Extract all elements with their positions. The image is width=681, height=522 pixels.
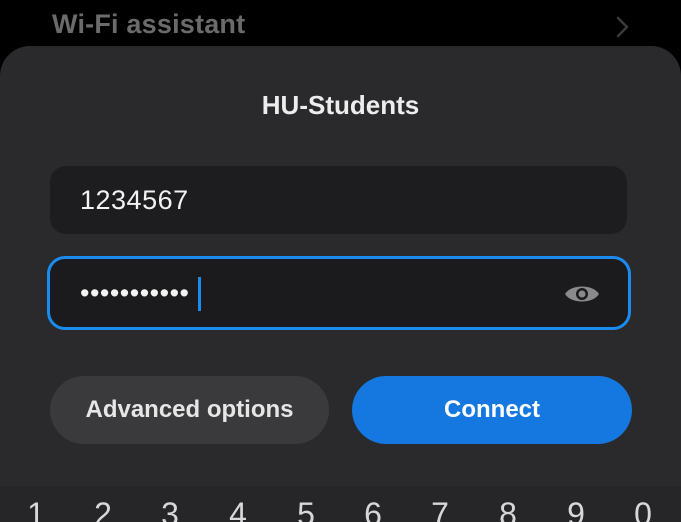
network-name-title: HU-Students (261, 90, 420, 120)
password-masked-value: ••••••••••• (80, 278, 190, 308)
key-2[interactable]: 2 (83, 496, 123, 522)
key-8[interactable]: 8 (488, 496, 528, 522)
key-1[interactable]: 1 (16, 496, 56, 522)
screen: Wi-Fi assistant HU-Students 1234567 ••••… (0, 0, 681, 522)
keyboard-number-row: 1 2 3 4 5 6 7 8 9 0 (0, 486, 681, 522)
identity-value: 1234567 (80, 185, 189, 215)
text-cursor (198, 277, 201, 311)
key-7[interactable]: 7 (420, 496, 460, 522)
eye-icon[interactable] (563, 281, 601, 307)
key-0[interactable]: 0 (623, 496, 663, 522)
connect-button[interactable]: Connect (352, 376, 632, 444)
password-field[interactable]: ••••••••••• (47, 256, 631, 330)
wifi-assistant-label: Wi-Fi assistant (52, 9, 246, 39)
advanced-options-button[interactable]: Advanced options (50, 376, 329, 444)
key-3[interactable]: 3 (150, 496, 190, 522)
key-5[interactable]: 5 (286, 496, 326, 522)
identity-field[interactable]: 1234567 (50, 166, 627, 234)
wifi-connect-dialog: HU-Students 1234567 ••••••••••• Advanced… (0, 46, 681, 486)
chevron-right-icon (616, 16, 629, 38)
key-6[interactable]: 6 (353, 496, 393, 522)
key-4[interactable]: 4 (218, 496, 258, 522)
key-9[interactable]: 9 (556, 496, 596, 522)
